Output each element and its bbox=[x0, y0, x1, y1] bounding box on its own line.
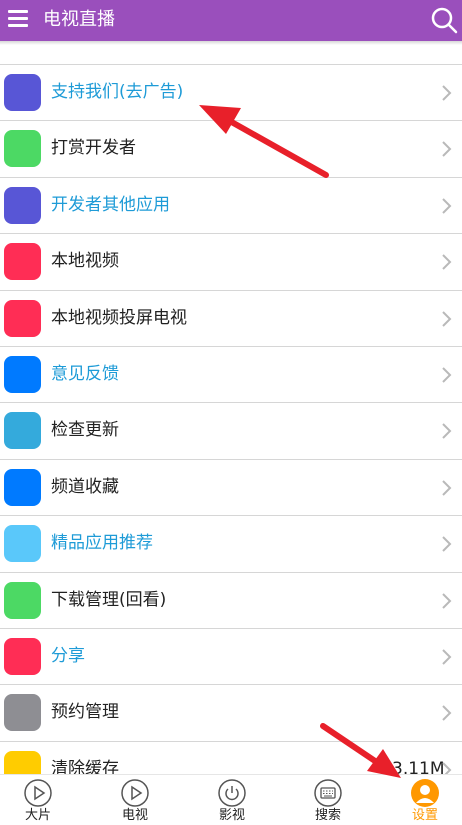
settings-item[interactable]: 精品应用推荐 bbox=[0, 515, 462, 571]
chevron-right-icon bbox=[442, 423, 452, 440]
tab-label: 设置 bbox=[411, 808, 438, 823]
header-shadow bbox=[0, 41, 462, 45]
tab-2[interactable]: 电视 bbox=[105, 775, 165, 825]
item-color-badge bbox=[4, 186, 41, 224]
settings-item[interactable]: 分享 bbox=[0, 627, 462, 684]
tab-1[interactable]: 大片 bbox=[8, 775, 68, 825]
settings-item[interactable]: 频道收藏 bbox=[0, 458, 462, 515]
page-title: 电视直播 bbox=[43, 9, 115, 30]
item-color-badge bbox=[4, 243, 41, 281]
search-icon[interactable] bbox=[430, 6, 458, 34]
item-color-badge bbox=[4, 581, 41, 619]
power-icon bbox=[218, 779, 246, 807]
chevron-right-icon bbox=[442, 536, 452, 552]
tab-4[interactable]: 搜索 bbox=[298, 775, 358, 825]
cache-size-value: 3.11M bbox=[392, 758, 445, 774]
chevron-right-icon bbox=[442, 592, 452, 609]
settings-item[interactable]: 预约管理 bbox=[0, 684, 462, 740]
settings-item[interactable]: 开发者其他应用 bbox=[0, 176, 462, 233]
settings-item-label: 清除缓存 bbox=[51, 758, 119, 774]
chevron-right-icon bbox=[442, 367, 452, 383]
item-color-badge bbox=[4, 74, 41, 111]
settings-item[interactable]: 检查更新 bbox=[0, 402, 462, 458]
chevron-right-icon bbox=[442, 480, 452, 496]
settings-item-label: 频道收藏 bbox=[51, 476, 119, 497]
settings-item[interactable]: 打赏开发者 bbox=[0, 120, 462, 176]
item-color-badge bbox=[4, 750, 41, 774]
menu-icon[interactable] bbox=[8, 10, 28, 28]
user-icon bbox=[411, 779, 439, 807]
tab-3[interactable]: 影视 bbox=[202, 775, 262, 825]
chevron-right-icon bbox=[442, 649, 452, 665]
item-color-badge bbox=[4, 468, 41, 506]
tab-label: 电视 bbox=[121, 808, 148, 823]
bottom-nav: 大片 电视 影视 搜索 设置 bbox=[0, 774, 462, 825]
play-icon bbox=[24, 779, 52, 807]
settings-item[interactable]: 本地视频 bbox=[0, 233, 462, 289]
chevron-right-icon bbox=[442, 254, 452, 270]
chevron-right-icon bbox=[442, 761, 452, 774]
settings-item[interactable]: 本地视频投屏电视 bbox=[0, 289, 462, 346]
item-color-badge bbox=[4, 637, 41, 675]
item-color-badge bbox=[4, 299, 41, 337]
item-color-badge bbox=[4, 355, 41, 393]
settings-item-label: 检查更新 bbox=[51, 420, 119, 441]
settings-item-label: 分享 bbox=[51, 645, 85, 666]
tab-label: 搜索 bbox=[314, 808, 341, 823]
settings-item-label: 本地视频投屏电视 bbox=[51, 307, 187, 328]
chevron-right-icon bbox=[442, 310, 452, 327]
tab-label: 影视 bbox=[218, 808, 245, 823]
tab-label: 大片 bbox=[24, 808, 51, 823]
chevron-right-icon bbox=[442, 141, 452, 158]
chevron-right-icon bbox=[442, 85, 452, 101]
chevron-right-icon bbox=[442, 705, 452, 722]
chevron-right-icon bbox=[442, 198, 452, 214]
item-color-badge bbox=[4, 412, 41, 450]
item-color-badge bbox=[4, 525, 41, 563]
settings-item-label: 打赏开发者 bbox=[51, 138, 136, 159]
settings-item-label: 本地视频 bbox=[51, 251, 119, 272]
settings-item[interactable]: 意见反馈 bbox=[0, 345, 462, 402]
settings-item-label: 支持我们(去广告) bbox=[51, 82, 184, 102]
item-color-badge bbox=[4, 130, 41, 168]
settings-item-label: 下载管理(回看) bbox=[51, 589, 167, 610]
settings-item[interactable]: 支持我们(去广告) bbox=[0, 64, 462, 120]
item-color-badge bbox=[4, 694, 41, 732]
keyboard-icon bbox=[314, 779, 342, 807]
settings-item[interactable]: 下载管理(回看) bbox=[0, 571, 462, 628]
settings-item-label: 预约管理 bbox=[51, 702, 119, 723]
settings-item-label: 开发者其他应用 bbox=[51, 194, 170, 215]
settings-list: 支持我们(去广告) 打赏开发者开发者其他应用 本地视频本地视频投屏电视 意见反馈检查更… bbox=[0, 64, 462, 774]
play-icon bbox=[121, 779, 149, 807]
settings-item-label: 意见反馈 bbox=[51, 363, 119, 384]
settings-item-label: 精品应用推荐 bbox=[51, 533, 153, 554]
app-header: 电视直播 bbox=[0, 0, 462, 41]
tab-5[interactable]: 设置 bbox=[395, 775, 455, 825]
settings-item[interactable]: 清除缓存 3.11M bbox=[0, 740, 462, 774]
